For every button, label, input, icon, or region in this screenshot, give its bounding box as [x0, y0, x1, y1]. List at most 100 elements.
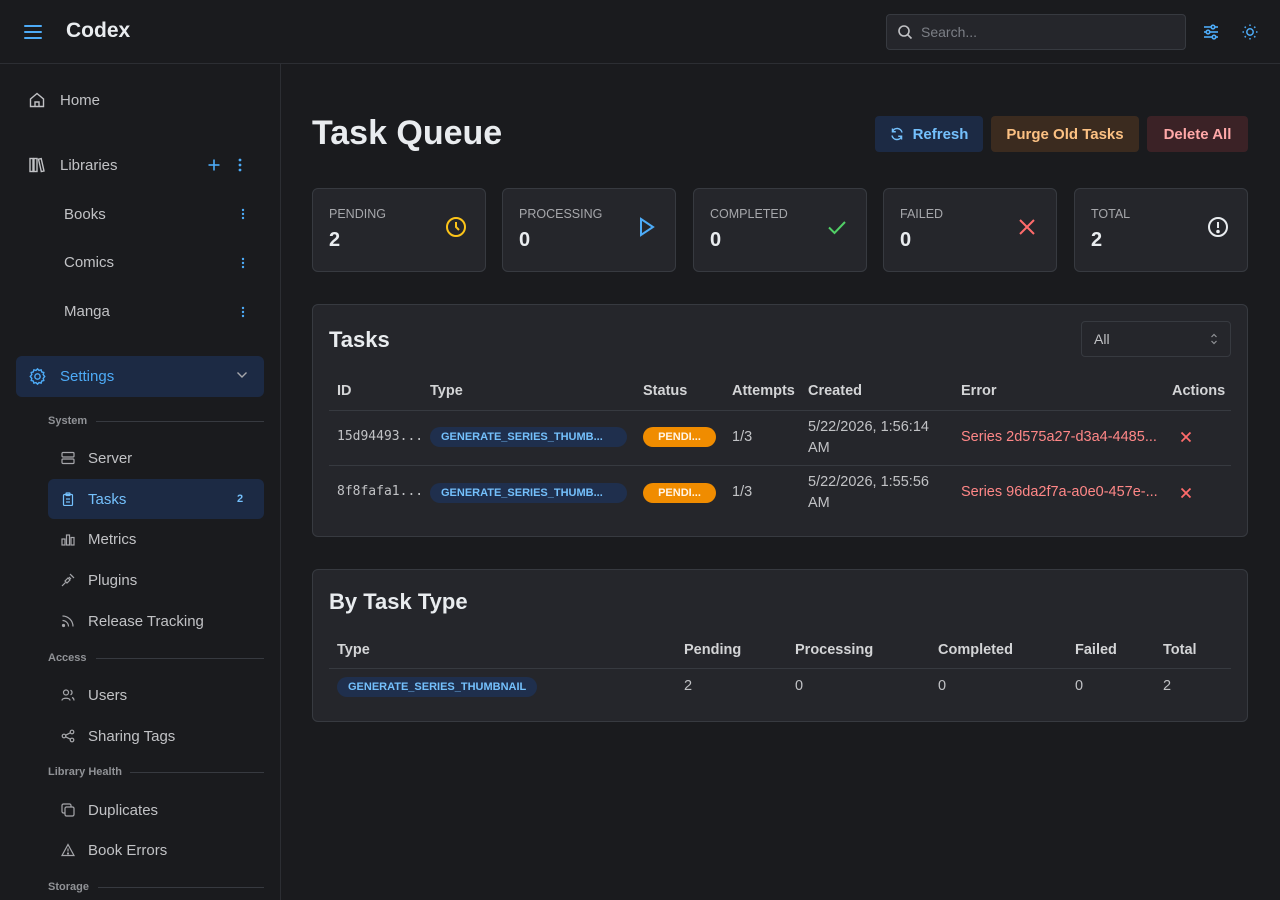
- sidebar-item-comics[interactable]: Comics: [48, 242, 264, 282]
- sidebar-item-settings[interactable]: Settings: [16, 356, 264, 397]
- cancel-task-icon[interactable]: [1178, 485, 1194, 501]
- sidebar-item-label: Settings: [60, 368, 115, 385]
- section-divider: [98, 887, 264, 888]
- add-library-icon[interactable]: [207, 157, 221, 173]
- task-created-line2: AM: [808, 495, 830, 511]
- task-error: Series 2d575a27-d3a4-4485...: [961, 429, 1157, 445]
- refresh-button[interactable]: Refresh: [875, 116, 983, 152]
- purge-old-tasks-button[interactable]: Purge Old Tasks: [991, 116, 1139, 152]
- section-label-system: System: [48, 415, 88, 427]
- sidebar-item-manga[interactable]: Manga: [48, 291, 264, 331]
- sidebar-item-home[interactable]: Home: [16, 80, 264, 120]
- sidebar-item-books[interactable]: Books: [48, 194, 264, 234]
- sidebar-item-release-tracking[interactable]: Release Tracking: [48, 601, 264, 641]
- sidebar-item-users[interactable]: Users: [48, 675, 264, 715]
- cancel-task-icon[interactable]: [1178, 429, 1194, 445]
- app-title: Codex: [66, 19, 131, 42]
- section-label-access: Access: [48, 652, 87, 664]
- settings-icon: [28, 367, 47, 386]
- search-box[interactable]: [886, 14, 1186, 50]
- stat-value: 0: [900, 229, 912, 251]
- share-icon: [61, 729, 75, 743]
- sidebar-item-server[interactable]: Server: [48, 438, 264, 478]
- by-task-type-card: By Task Type Type Pending Processing Com…: [312, 569, 1248, 722]
- stat-value: 2: [329, 229, 341, 251]
- sidebar-item-label: Sharing Tags: [88, 728, 176, 745]
- by-task-type-title: By Task Type: [329, 589, 468, 614]
- col-header-status: Status: [643, 383, 688, 399]
- table-divider: [329, 465, 1231, 466]
- libraries-more-icon[interactable]: [233, 157, 247, 173]
- sidebar-item-label: Duplicates: [88, 802, 159, 819]
- task-error: Series 96da2f7a-a0e0-457e-...: [961, 484, 1158, 500]
- sidebar-item-book-errors[interactable]: Book Errors: [48, 830, 264, 870]
- tasks-card: Tasks All ID Type Status Attempts Create…: [312, 304, 1248, 537]
- stat-card-processing: PROCESSING 0: [502, 188, 676, 272]
- sidebar-item-label: Books: [64, 206, 106, 223]
- task-id: 8f8fafa1...: [337, 484, 424, 499]
- section-divider: [130, 772, 264, 773]
- type-processing-count: 0: [795, 678, 804, 694]
- alert-triangle-icon: [61, 843, 75, 857]
- sidebar-item-libraries[interactable]: Libraries: [16, 145, 264, 185]
- task-id: 15d94493...: [337, 429, 424, 444]
- search-icon: [897, 24, 913, 40]
- sidebar-item-metrics[interactable]: Metrics: [48, 519, 264, 559]
- stat-card-failed: FAILED 0: [883, 188, 1057, 272]
- col-header-created: Created: [808, 383, 862, 399]
- col-header-type: Type: [337, 642, 370, 658]
- sidebar-item-label: Comics: [64, 254, 115, 271]
- col-header-attempts: Attempts: [732, 383, 795, 399]
- menu-icon[interactable]: [24, 22, 42, 42]
- stat-card-completed: COMPLETED 0: [693, 188, 867, 272]
- refresh-icon: [890, 127, 904, 141]
- app-header: Codex: [0, 0, 1280, 64]
- sidebar-item-sharing-tags[interactable]: Sharing Tags: [48, 716, 264, 756]
- clock-icon: [445, 216, 467, 238]
- stat-value: 0: [710, 229, 722, 251]
- col-header-total: Total: [1163, 642, 1197, 658]
- task-type-badge: GENERATE_SERIES_THUMBNAIL: [337, 677, 538, 697]
- sidebar-item-label: Release Tracking: [88, 613, 204, 630]
- search-input[interactable]: [921, 15, 1181, 49]
- play-icon: [637, 216, 657, 238]
- tasks-title: Tasks: [329, 327, 390, 352]
- books-more-icon[interactable]: [236, 206, 250, 222]
- section-divider: [96, 658, 264, 659]
- sidebar-item-label: Metrics: [88, 531, 137, 548]
- status-filter-select[interactable]: All: [1081, 321, 1231, 357]
- refresh-label: Refresh: [912, 125, 969, 143]
- sidebar-item-tasks[interactable]: Tasks 2: [48, 479, 264, 519]
- stat-value: 2: [1091, 229, 1103, 251]
- col-header-error: Error: [961, 383, 997, 399]
- alert-circle-icon: [1207, 216, 1229, 238]
- filter-settings-icon[interactable]: [1199, 20, 1223, 44]
- tasks-count-badge: 2: [228, 490, 252, 508]
- status-badge: PENDI...: [643, 483, 716, 503]
- task-created-line1: 5/22/2026, 1:56:14: [808, 419, 929, 435]
- home-icon: [28, 91, 46, 109]
- type-total-count: 2: [1163, 678, 1172, 694]
- clipboard-icon: [61, 492, 75, 506]
- sidebar-item-plugins[interactable]: Plugins: [48, 560, 264, 600]
- type-pending-count: 2: [684, 678, 693, 694]
- manga-more-icon[interactable]: [236, 304, 250, 320]
- sidebar-item-label: Libraries: [60, 157, 118, 174]
- comics-more-icon[interactable]: [236, 255, 250, 271]
- stat-label: PENDING: [329, 207, 386, 221]
- sidebar-item-label: Book Errors: [88, 842, 168, 859]
- bar-chart-icon: [61, 532, 75, 546]
- plug-icon: [61, 573, 75, 587]
- rss-icon: [61, 614, 75, 628]
- delete-all-button[interactable]: Delete All: [1147, 116, 1248, 152]
- stat-label: PROCESSING: [519, 207, 603, 221]
- sidebar-item-label: Manga: [64, 303, 110, 320]
- stat-card-total: TOTAL 2: [1074, 188, 1248, 272]
- col-header-pending: Pending: [684, 642, 742, 658]
- theme-toggle-icon[interactable]: [1238, 20, 1262, 44]
- stat-card-pending: PENDING 2: [312, 188, 486, 272]
- stat-value: 0: [519, 229, 531, 251]
- stat-label: FAILED: [900, 207, 944, 221]
- sidebar-item-duplicates[interactable]: Duplicates: [48, 790, 264, 830]
- task-created-line2: AM: [808, 440, 830, 456]
